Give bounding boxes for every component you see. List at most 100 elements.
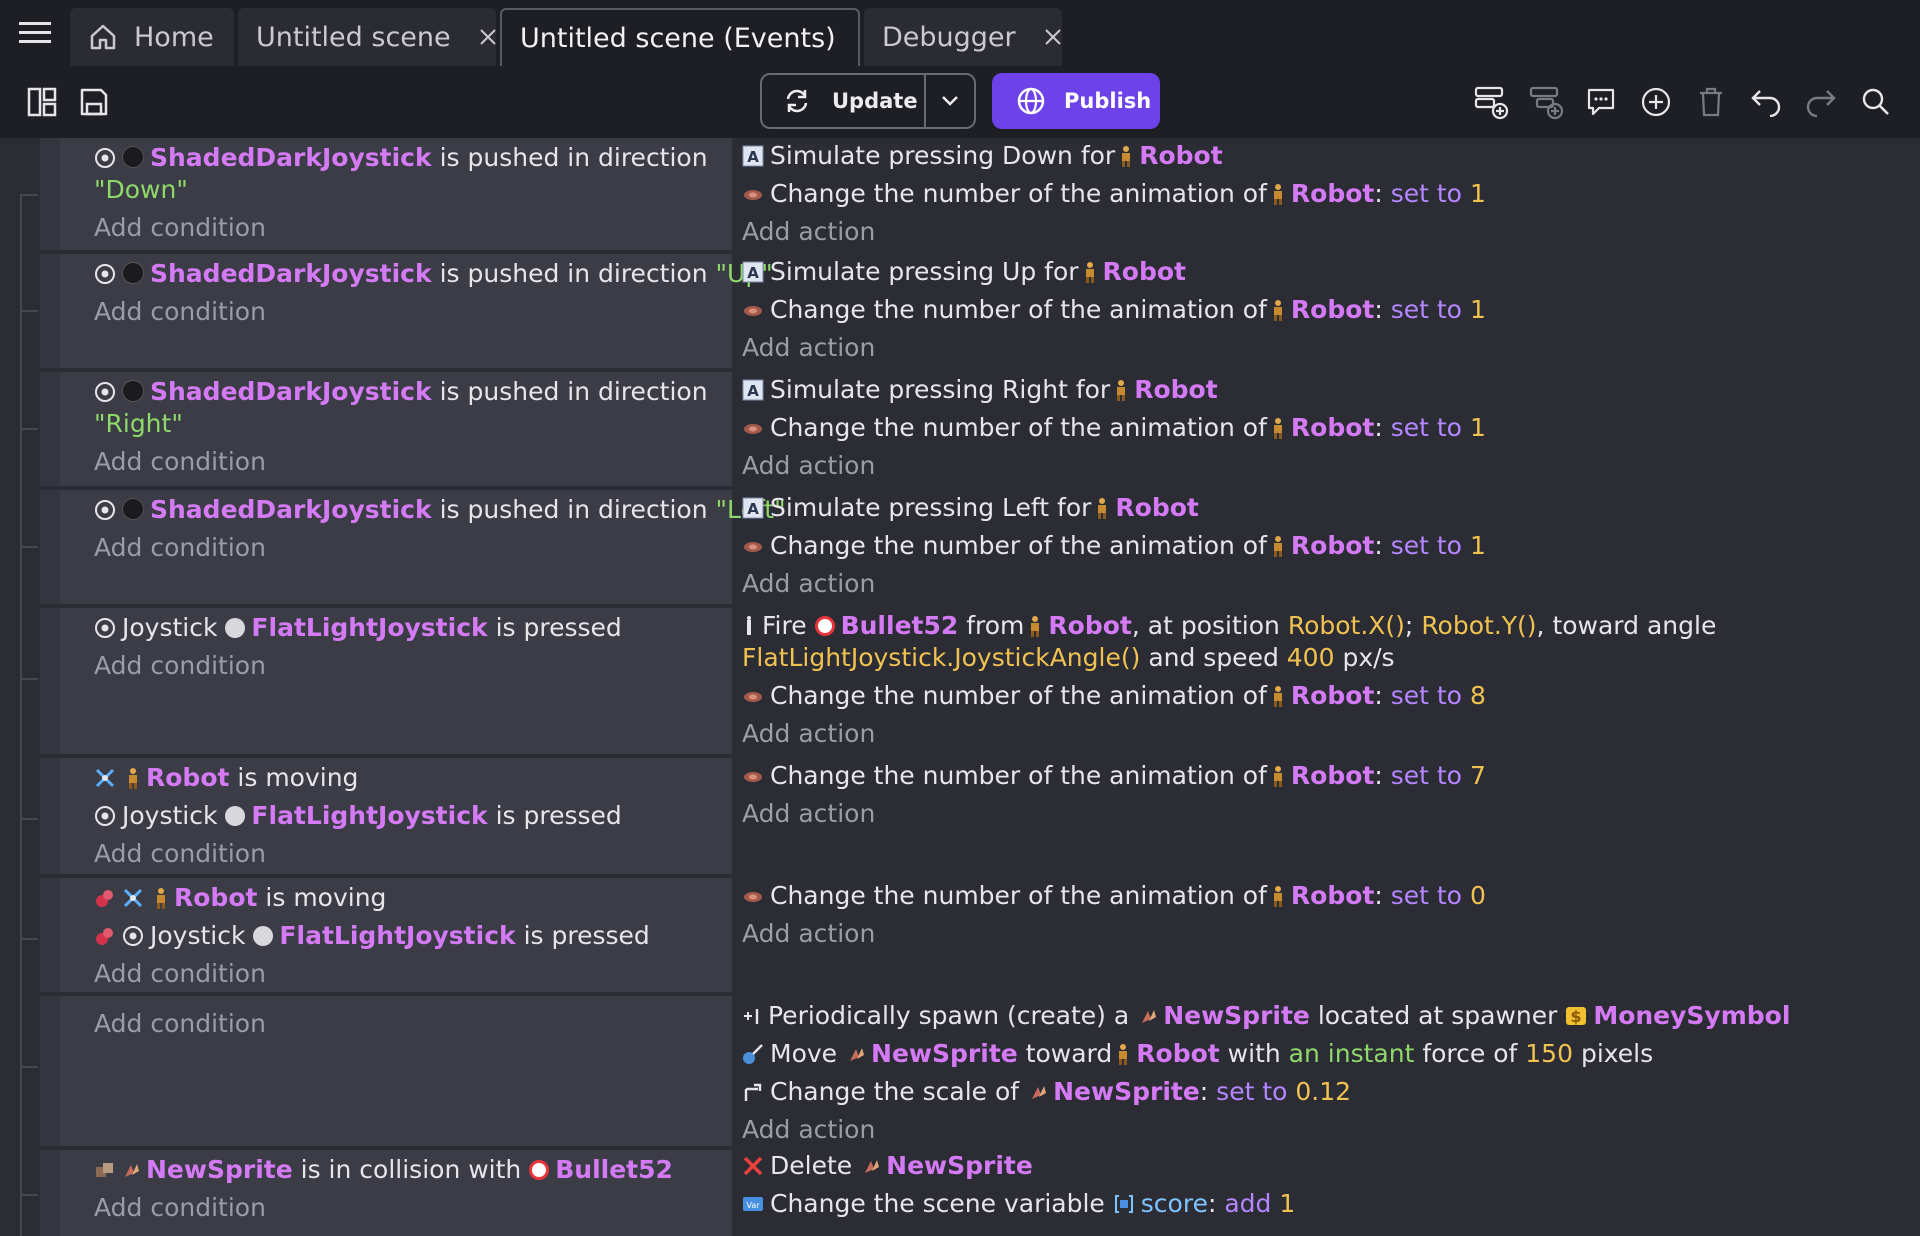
publish-button[interactable]: Publish <box>992 73 1160 129</box>
event-row[interactable]: ShadedDarkJoystick is pushed in directio… <box>0 254 1920 372</box>
add-action-link[interactable]: Add action <box>742 798 1912 830</box>
action[interactable]: A Simulate pressing Up for Robot <box>742 256 1912 288</box>
direction-value[interactable]: "Down" <box>94 175 188 204</box>
menu-icon[interactable] <box>0 0 70 66</box>
object-name[interactable]: ShadedDarkJoystick <box>150 259 432 288</box>
object-name[interactable]: MoneySymbol <box>1593 1001 1790 1030</box>
direction-value[interactable]: "Right" <box>94 409 183 438</box>
add-action-link[interactable]: Add action <box>742 1114 1912 1146</box>
value[interactable]: 1 <box>1470 413 1486 442</box>
conditions-panel[interactable]: NewSprite is in collision with Bullet52 … <box>40 1150 732 1236</box>
expression[interactable]: FlatLightJoystick.JoystickAngle() <box>742 643 1140 672</box>
event-row[interactable]: Robot is moving Joystick FlatLightJoysti… <box>0 758 1920 878</box>
actions-panel[interactable]: A Simulate pressing Down for Robot Change … <box>742 138 1912 250</box>
condition[interactable]: Robot is moving <box>94 762 732 794</box>
add-event-icon[interactable] <box>1464 76 1517 128</box>
action[interactable]: Change the number of the animation of Rob… <box>742 760 1912 792</box>
undo-icon[interactable] <box>1739 76 1792 128</box>
add-subevent-icon[interactable] <box>1519 76 1572 128</box>
event-row[interactable]: Joystick FlatLightJoystick is pressed Ad… <box>0 608 1920 758</box>
conditions-panel[interactable]: ShadedDarkJoystick is pushed in directio… <box>40 138 732 250</box>
event-row[interactable]: NewSprite is in collision with Bullet52 … <box>0 1150 1920 1236</box>
condition[interactable]: NewSprite is in collision with Bullet52 <box>94 1154 732 1186</box>
add-circle-icon[interactable] <box>1629 76 1682 128</box>
value[interactable]: 150 <box>1525 1039 1573 1068</box>
add-action-link[interactable]: Add action <box>742 718 1912 750</box>
save-icon[interactable] <box>68 76 120 128</box>
add-condition-link[interactable]: Add condition <box>94 1192 732 1224</box>
add-condition-link[interactable]: Add condition <box>94 446 732 478</box>
trash-icon[interactable] <box>1684 76 1737 128</box>
actions-panel[interactable]: Delete NewSprite Var Change the scene vari… <box>742 1150 1912 1236</box>
action[interactable]: Var Change the scene variable score: add … <box>742 1188 1912 1220</box>
search-icon[interactable] <box>1849 76 1902 128</box>
value[interactable]: 7 <box>1470 761 1486 790</box>
object-name[interactable]: ShadedDarkJoystick <box>150 143 432 172</box>
object-name[interactable]: Robot <box>1291 295 1374 324</box>
action[interactable]: Change the number of the animation of Rob… <box>742 412 1912 444</box>
condition[interactable]: Joystick FlatLightJoystick is pressed <box>94 920 732 952</box>
object-name[interactable]: Robot <box>1291 531 1374 560</box>
object-name[interactable]: Robot <box>1115 493 1198 522</box>
condition[interactable]: Robot is moving <box>94 882 732 914</box>
object-name[interactable]: Robot <box>146 763 229 792</box>
object-name[interactable]: FlatLightJoystick <box>251 801 487 830</box>
conditions-panel[interactable]: Joystick FlatLightJoystick is pressed Ad… <box>40 608 732 754</box>
event-row[interactable]: ShadedDarkJoystick is pushed in directio… <box>0 372 1920 490</box>
actions-panel[interactable]: A Simulate pressing Right for Robot Change… <box>742 372 1912 486</box>
add-condition-link[interactable]: Add condition <box>94 532 732 564</box>
object-name[interactable]: Robot <box>174 883 257 912</box>
object-name[interactable]: Robot <box>1291 413 1374 442</box>
expression[interactable]: Robot.X() <box>1288 611 1405 640</box>
redo-icon[interactable] <box>1794 76 1847 128</box>
add-condition-link[interactable]: Add condition <box>94 958 732 990</box>
action[interactable]: Change the number of the animation of Rob… <box>742 178 1912 210</box>
object-name[interactable]: FlatLightJoystick <box>251 613 487 642</box>
actions-panel[interactable]: Periodically spawn (create) a NewSprite l… <box>742 996 1912 1146</box>
conditions-panel[interactable]: Add condition <box>40 996 732 1146</box>
action[interactable]: A Simulate pressing Down for Robot <box>742 140 1912 172</box>
object-name[interactable]: Robot <box>1139 141 1222 170</box>
action[interactable]: A Simulate pressing Left for Robot <box>742 492 1912 524</box>
tab-scene-events[interactable]: Untitled scene (Events) <box>500 8 881 66</box>
conditions-panel[interactable]: Robot is moving Joystick FlatLightJoysti… <box>40 758 732 874</box>
conditions-panel[interactable]: Robot is moving Joystick FlatLightJoysti… <box>40 878 732 992</box>
close-icon[interactable] <box>479 28 497 46</box>
add-condition-link[interactable]: Add condition <box>94 650 732 682</box>
condition[interactable]: ShadedDarkJoystick is pushed in directio… <box>94 142 732 206</box>
object-name[interactable]: Robot <box>1291 761 1374 790</box>
object-name[interactable]: NewSprite <box>886 1151 1033 1180</box>
object-name[interactable]: Robot <box>1291 881 1374 910</box>
action[interactable]: Move NewSprite toward Robot with an instan… <box>742 1038 1912 1070</box>
add-action-link[interactable]: Add action <box>742 450 1912 482</box>
object-name[interactable]: Robot <box>1291 681 1374 710</box>
add-condition-link[interactable]: Add condition <box>94 1008 732 1040</box>
condition[interactable]: ShadedDarkJoystick is pushed in directio… <box>94 258 773 290</box>
value[interactable]: 1 <box>1279 1189 1295 1218</box>
action[interactable]: Change the number of the animation of Rob… <box>742 294 1912 326</box>
object-name[interactable]: ShadedDarkJoystick <box>150 495 432 524</box>
object-name[interactable]: NewSprite <box>1163 1001 1310 1030</box>
condition[interactable]: ShadedDarkJoystick is pushed in directio… <box>94 494 786 526</box>
variable-name[interactable]: score <box>1141 1189 1208 1218</box>
action[interactable]: Change the number of the animation of Rob… <box>742 530 1912 562</box>
update-button[interactable]: Update <box>762 75 926 127</box>
actions-panel[interactable]: Change the number of the animation of Rob… <box>742 878 1912 992</box>
event-row[interactable]: Robot is moving Joystick FlatLightJoysti… <box>0 878 1920 996</box>
object-name[interactable]: Robot <box>1291 179 1374 208</box>
actions-panel[interactable]: A Simulate pressing Up for Robot Change th… <box>742 254 1912 368</box>
action[interactable]: Fire Bullet52 from Robot, at position Rob… <box>742 610 1862 674</box>
value[interactable]: 8 <box>1470 681 1486 710</box>
event-row[interactable]: Add condition Periodically spawn (create… <box>0 996 1920 1150</box>
chevron-down-icon[interactable] <box>926 75 974 127</box>
event-row[interactable]: ShadedDarkJoystick is pushed in directio… <box>0 138 1920 254</box>
layout-panels-icon[interactable] <box>16 76 68 128</box>
condition[interactable]: Joystick FlatLightJoystick is pressed <box>94 800 732 832</box>
value[interactable]: 400 <box>1287 643 1335 672</box>
object-name[interactable]: Bullet52 <box>555 1155 673 1184</box>
action[interactable]: A Simulate pressing Right for Robot <box>742 374 1912 406</box>
add-action-link[interactable]: Add action <box>742 216 1912 248</box>
object-name[interactable]: ShadedDarkJoystick <box>150 377 432 406</box>
action[interactable]: Change the number of the animation of Rob… <box>742 680 1912 712</box>
actions-panel[interactable]: Fire Bullet52 from Robot, at position Rob… <box>742 608 1912 754</box>
